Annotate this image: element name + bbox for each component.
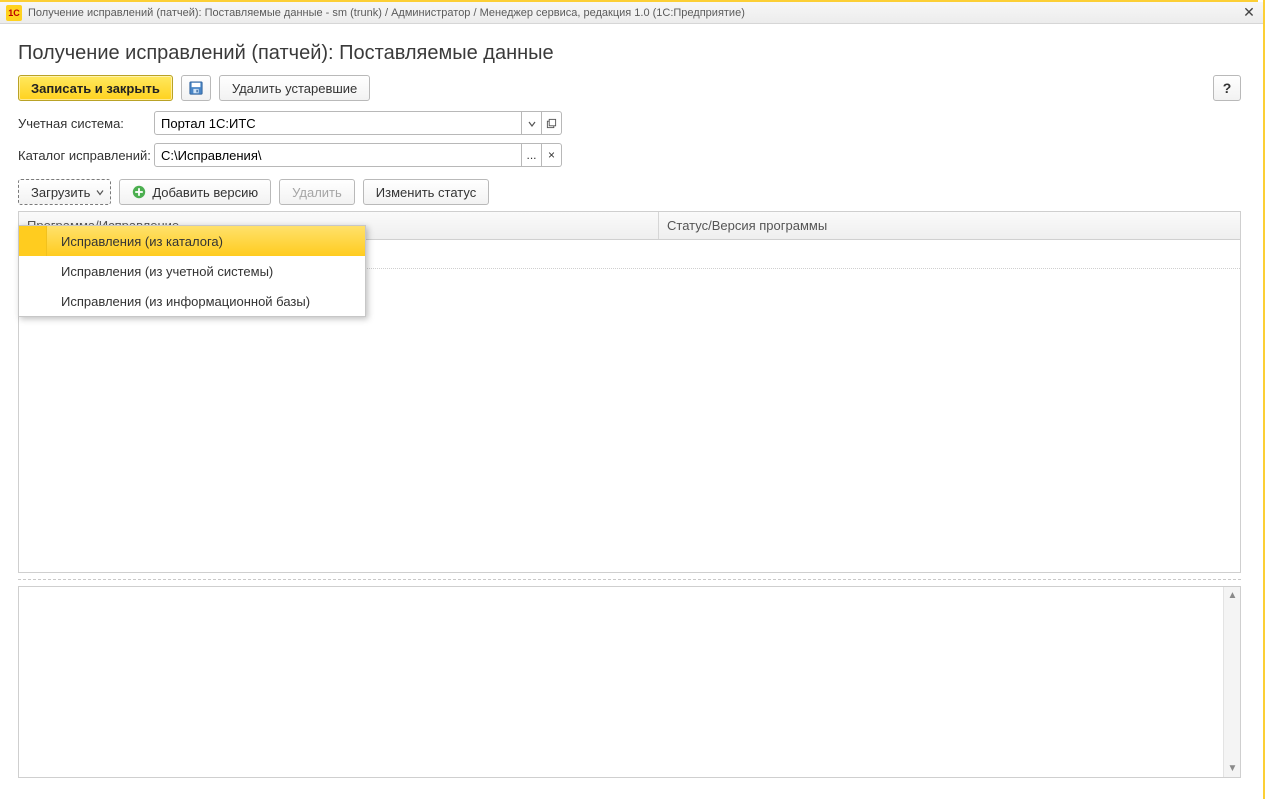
chevron-down-icon [96, 185, 104, 200]
load-button[interactable]: Загрузить [18, 179, 111, 205]
menu-selection-mark [19, 226, 47, 256]
secondary-toolbar: Загрузить Добавить версию Удалить Измени… [2, 175, 1257, 211]
add-version-label: Добавить версию [152, 185, 258, 200]
help-button[interactable]: ? [1213, 75, 1241, 101]
log-panel: ▲ ▼ [18, 586, 1241, 778]
open-external-icon [546, 118, 557, 129]
account-system-open-button[interactable] [542, 111, 562, 135]
change-status-button[interactable]: Изменить статус [363, 179, 489, 205]
page-title: Получение исправлений (патчей): Поставля… [2, 24, 1257, 75]
window-accent-top [0, 0, 1258, 2]
scroll-down-icon[interactable]: ▼ [1224, 760, 1241, 777]
path-label: Каталог исправлений: [18, 148, 154, 163]
grid-col-status[interactable]: Статус/Версия программы [659, 212, 1240, 239]
account-system-input[interactable] [154, 111, 522, 135]
client-area: Получение исправлений (патчей): Поставля… [2, 24, 1257, 797]
account-system-dropdown-button[interactable] [522, 111, 542, 135]
path-browse-button[interactable]: ... [522, 143, 542, 167]
menu-item-label: Исправления (из учетной системы) [61, 264, 273, 279]
account-system-combo [154, 111, 562, 135]
menu-item-from-account-system[interactable]: Исправления (из учетной системы) [19, 256, 365, 286]
account-system-label: Учетная система: [18, 116, 154, 131]
delete-old-button[interactable]: Удалить устаревшие [219, 75, 370, 101]
main-toolbar: Записать и закрыть Удалить устаревшие ? [2, 75, 1257, 111]
load-button-label: Загрузить [31, 185, 90, 200]
floppy-icon [189, 81, 203, 95]
menu-item-from-infobase[interactable]: Исправления (из информационной базы) [19, 286, 365, 316]
path-clear-button[interactable]: × [542, 143, 562, 167]
load-menu: Исправления (из каталога) Исправления (и… [18, 225, 366, 317]
window-title: Получение исправлений (патчей): Поставля… [28, 7, 1235, 19]
delete-button[interactable]: Удалить [279, 179, 355, 205]
window-close-button[interactable]: ✕ [1235, 2, 1263, 23]
titlebar: 1C Получение исправлений (патчей): Поста… [0, 2, 1263, 24]
log-scrollbar[interactable]: ▲ ▼ [1223, 587, 1240, 777]
plus-circle-icon [132, 185, 146, 199]
save-and-close-button[interactable]: Записать и закрыть [18, 75, 173, 101]
scroll-up-icon[interactable]: ▲ [1224, 587, 1241, 604]
form-area: Учетная система: Каталог исправлений: ..… [2, 111, 1257, 167]
add-version-button[interactable]: Добавить версию [119, 179, 271, 205]
menu-item-from-catalog[interactable]: Исправления (из каталога) [19, 226, 365, 256]
menu-item-label: Исправления (из информационной базы) [61, 294, 310, 309]
path-field: ... × [154, 143, 562, 167]
app-1c-icon: 1C [6, 5, 22, 21]
path-input[interactable] [154, 143, 522, 167]
chevron-down-icon [528, 116, 536, 131]
save-button[interactable] [181, 75, 211, 101]
splitter[interactable] [18, 579, 1241, 580]
menu-item-label: Исправления (из каталога) [61, 234, 223, 249]
